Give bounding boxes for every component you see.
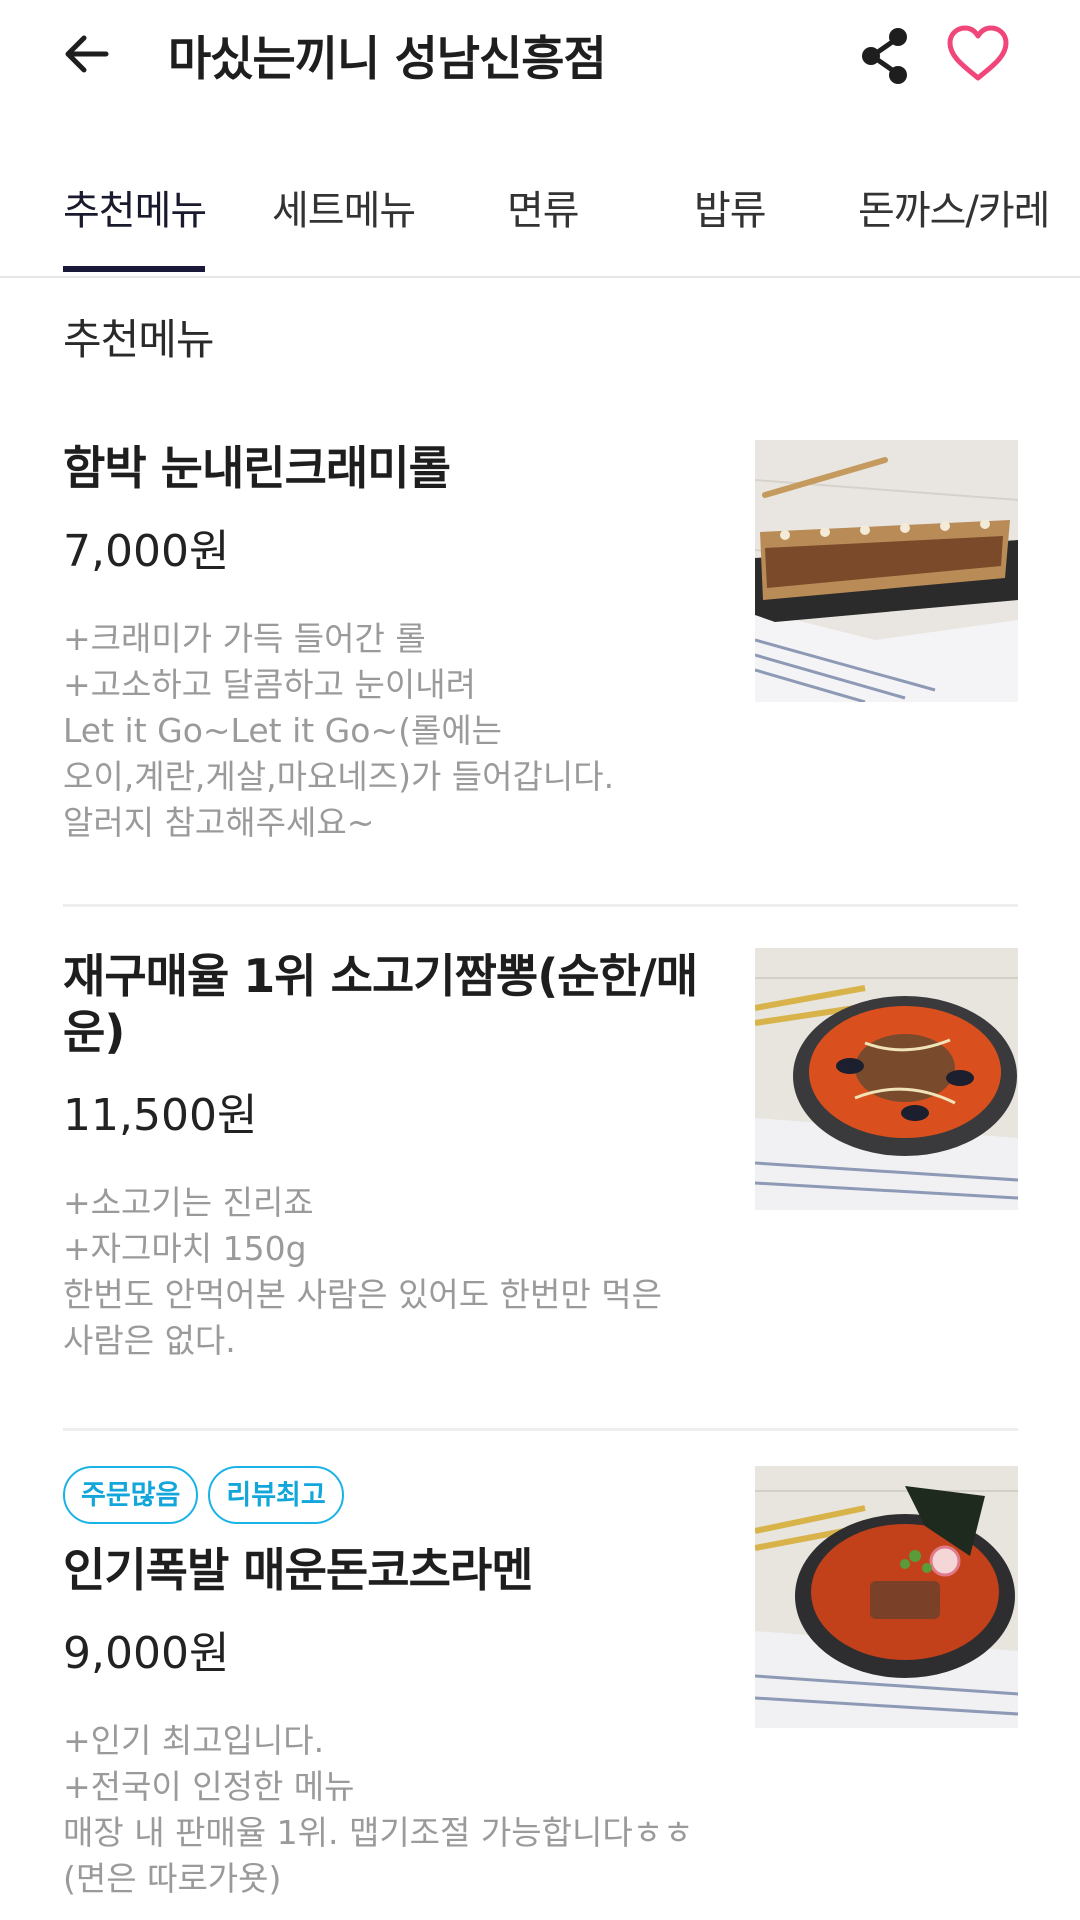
app-header: 마싰는끼니 성남신흥점 bbox=[0, 0, 1080, 120]
menu-item-description: +크래미가 가득 들어간 롤 +고소하고 달콤하고 눈이내려 Let it Go… bbox=[63, 619, 615, 842]
share-button[interactable] bbox=[858, 26, 914, 86]
heart-outline-icon bbox=[947, 25, 1009, 81]
item-divider bbox=[63, 904, 1018, 907]
menu-item[interactable]: 함박 눈내린크래미롤 7,000원 +크래미가 가득 들어간 롤 +고소하고 달… bbox=[63, 440, 1018, 846]
menu-item-description: +소고기는 진리죠 +자그마치 150g 한번도 안먹어본 사람은 있어도 한번… bbox=[63, 1183, 662, 1360]
tab-tonkatsu-curry[interactable]: 돈까스/카레 bbox=[858, 178, 1050, 236]
badge-top-reviews: 리뷰최고 bbox=[208, 1466, 344, 1524]
tab-rice[interactable]: 밥류 bbox=[694, 178, 767, 236]
back-button[interactable] bbox=[60, 28, 112, 80]
menu-item-description: +인기 최고입니다. +전국이 인정한 메뉴 매장 내 판매율 1위. 맵기조절… bbox=[63, 1721, 694, 1898]
share-icon bbox=[862, 28, 907, 84]
favorite-button[interactable] bbox=[945, 24, 1011, 84]
tab-noodles[interactable]: 면류 bbox=[507, 178, 580, 236]
active-tab-indicator bbox=[63, 266, 205, 272]
jjamppong-photo bbox=[755, 948, 1018, 1210]
item-divider bbox=[63, 1428, 1018, 1431]
tab-set-menu[interactable]: 세트메뉴 bbox=[272, 178, 416, 236]
section-title: 추천메뉴 bbox=[63, 315, 215, 364]
roll-photo bbox=[755, 440, 1018, 702]
menu-item-name: 함박 눈내린크래미롤 bbox=[63, 441, 451, 495]
category-tabs: 추천메뉴 세트메뉴 면류 밥류 돈까스/카레 bbox=[0, 160, 1080, 278]
tab-recommended[interactable]: 추천메뉴 bbox=[63, 178, 207, 236]
menu-item[interactable]: 재구매율 1위 소고기짬뽕(순한/매운) 11,500원 +소고기는 진리죠 +… bbox=[63, 948, 1018, 1364]
menu-item-name: 인기폭발 매운돈코츠라멘 bbox=[63, 1543, 534, 1597]
ramen-photo bbox=[755, 1466, 1018, 1728]
badge-popular-orders: 주문많음 bbox=[63, 1466, 199, 1524]
menu-item[interactable]: 주문많음 리뷰최고 인기폭발 매운돈코츠라멘 9,000원 +인기 최고입니다.… bbox=[63, 1466, 1018, 1902]
menu-item-name: 재구매율 1위 소고기짬뽕(순한/매운) bbox=[63, 949, 698, 1059]
arrow-left-icon bbox=[65, 35, 109, 73]
page-title: 마싰는끼니 성남신흥점 bbox=[168, 32, 607, 87]
